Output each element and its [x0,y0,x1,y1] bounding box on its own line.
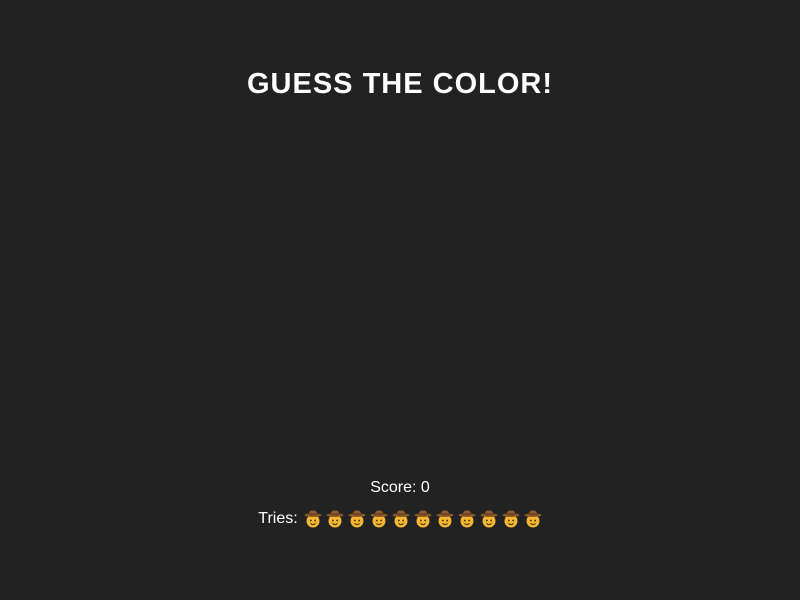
game-title: GUESS THE COLOR! [246,68,553,100]
tries-icons [304,509,542,529]
score-display: Score: 0 [0,478,800,498]
cowboy-face-icon [480,510,498,528]
cowboy-face-icon [414,510,432,528]
cowboy-face-icon [524,510,542,528]
cowboy-face-icon [370,510,388,528]
cowboy-face-icon [392,510,410,528]
tries-label: Tries: [258,510,298,527]
cowboy-face-icon [436,510,454,528]
cowboy-face-icon [458,510,476,528]
cowboy-face-icon [326,510,344,528]
cowboy-face-icon [304,510,322,528]
score-value: 0 [420,479,430,496]
cowboy-face-icon [348,510,366,528]
game-screen: GUESS THE COLOR! Score: 0 Tries: [0,0,800,600]
tries-display: Tries: [0,509,800,529]
cowboy-face-icon [502,510,520,528]
score-label: Score: [370,479,417,496]
